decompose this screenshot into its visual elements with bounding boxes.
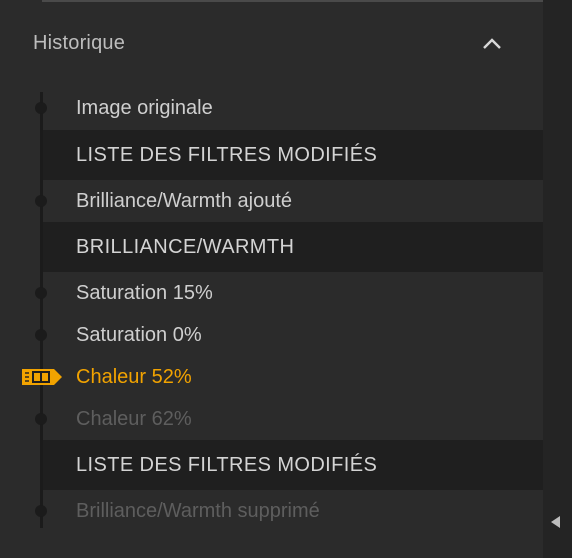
history-item[interactable]: Chaleur 62% <box>0 398 543 440</box>
history-item[interactable]: Brilliance/Warmth ajouté <box>0 180 543 222</box>
history-item-current[interactable]: Chaleur 52% <box>0 356 543 398</box>
history-title: Historique <box>33 32 126 54</box>
timeline-dot <box>35 195 47 207</box>
history-item-label: Saturation 15% <box>76 281 213 304</box>
compare-marker-icon[interactable] <box>20 368 64 391</box>
timeline-dot <box>35 329 47 341</box>
history-item[interactable]: Saturation 15% <box>0 272 543 314</box>
history-item-label: Image originale <box>76 96 213 119</box>
top-divider <box>42 0 543 2</box>
history-list: Image originale LISTE DES FILTRES MODIFI… <box>0 86 543 532</box>
timeline-dot <box>35 102 47 114</box>
collapse-button[interactable] <box>478 30 506 58</box>
scroll-left-arrow-icon[interactable] <box>551 516 560 528</box>
timeline-dot <box>35 287 47 299</box>
history-item-label: Chaleur 62% <box>76 407 192 430</box>
history-header[interactable]: Historique <box>0 18 543 70</box>
history-item[interactable]: Saturation 0% <box>0 314 543 356</box>
section-label: LISTE DES FILTRES MODIFIÉS <box>76 453 378 476</box>
history-section-header: LISTE DES FILTRES MODIFIÉS <box>43 130 543 180</box>
history-panel: Historique Image originale LISTE DES FIL… <box>0 0 543 558</box>
history-item[interactable]: Brilliance/Warmth supprimé <box>0 490 543 532</box>
section-label: LISTE DES FILTRES MODIFIÉS <box>76 143 378 166</box>
history-item-label: Saturation 0% <box>76 323 202 346</box>
timeline-dot <box>35 505 47 517</box>
timeline-dot <box>35 413 47 425</box>
history-item-label: Brilliance/Warmth supprimé <box>76 499 320 522</box>
chevron-up-icon <box>483 38 501 49</box>
history-item[interactable]: Image originale <box>0 86 543 130</box>
right-gutter <box>543 0 572 558</box>
section-label: BRILLIANCE/WARMTH <box>76 235 295 258</box>
history-section-header: LISTE DES FILTRES MODIFIÉS <box>43 440 543 490</box>
history-section-header: BRILLIANCE/WARMTH <box>43 222 543 272</box>
